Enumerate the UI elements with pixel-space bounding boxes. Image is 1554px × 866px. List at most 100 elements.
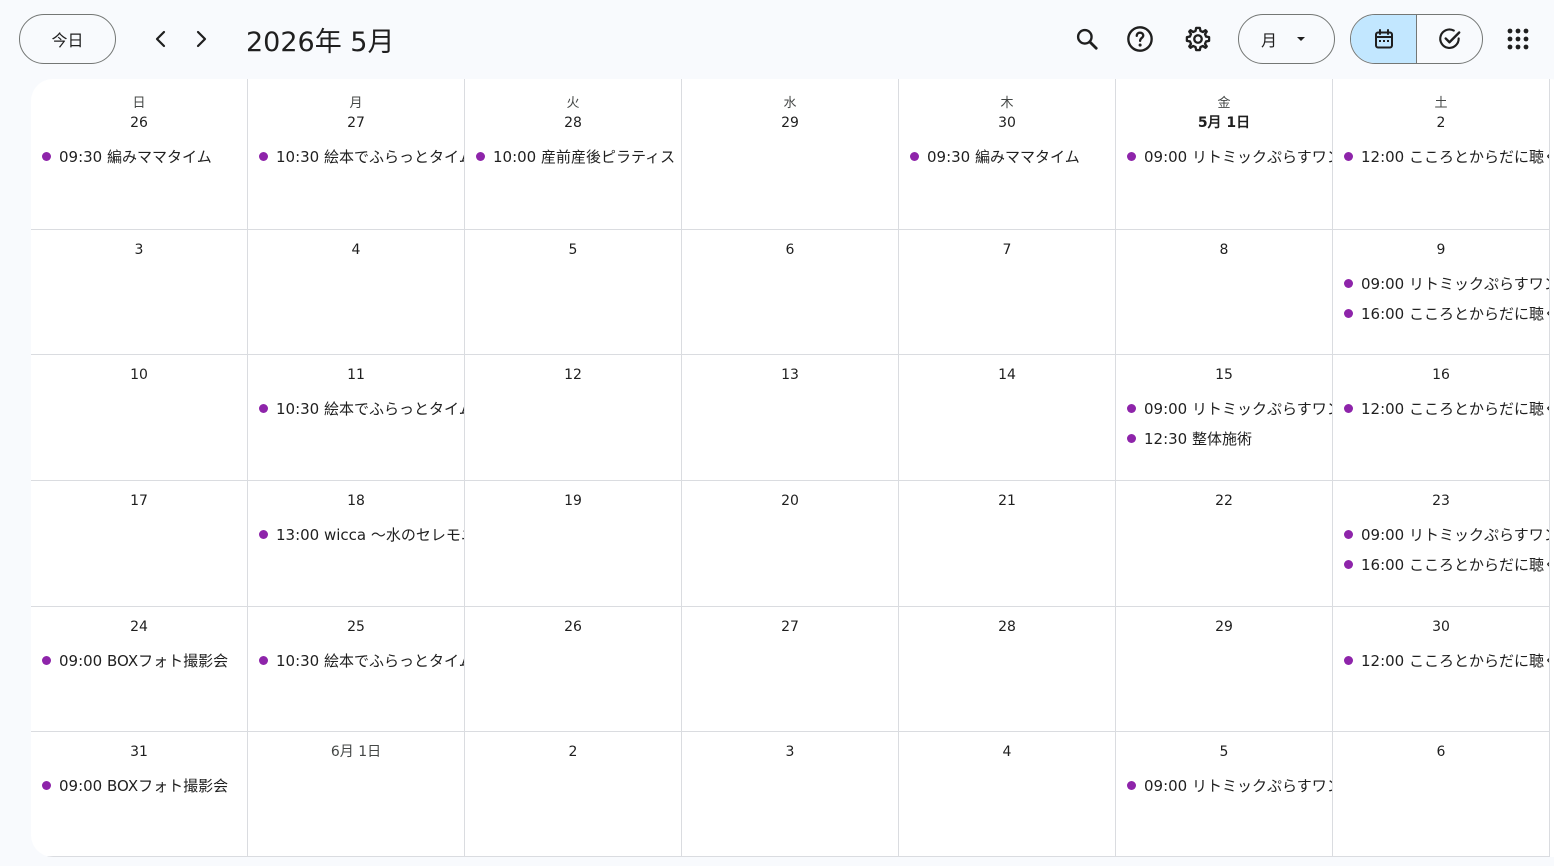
day-number[interactable]: 12 bbox=[465, 364, 681, 386]
event-chip[interactable]: 09:00 リトミックぷらすワン bbox=[1116, 393, 1332, 423]
event-chip[interactable]: 10:30 絵本でふらっとタイム bbox=[248, 141, 464, 171]
day-number[interactable]: 3 bbox=[31, 239, 247, 261]
today-button[interactable]: 今日 bbox=[19, 14, 116, 64]
day-cell[interactable]: 26 bbox=[465, 607, 682, 732]
day-number[interactable]: 5月 1日 bbox=[1116, 112, 1332, 134]
help-button[interactable] bbox=[1120, 19, 1160, 59]
day-cell[interactable]: 23 09:00 リトミックぷらすワン 16:00 こころとからだに聴く bbox=[1333, 481, 1550, 607]
day-cell[interactable]: 21 bbox=[899, 481, 1116, 607]
event-chip[interactable]: 16:00 こころとからだに聴く bbox=[1333, 549, 1549, 579]
day-number[interactable]: 5 bbox=[465, 239, 681, 261]
day-cell[interactable]: 11 10:30 絵本でふらっとタイム bbox=[248, 355, 465, 481]
day-cell[interactable]: 6 bbox=[682, 230, 899, 355]
day-cell[interactable]: 22 bbox=[1116, 481, 1333, 607]
calendar-view-button[interactable] bbox=[1351, 15, 1416, 63]
day-number[interactable]: 23 bbox=[1333, 490, 1549, 512]
event-chip[interactable]: 12:00 こころとからだに聴く bbox=[1333, 393, 1549, 423]
day-cell[interactable]: 30 12:00 こころとからだに聴く bbox=[1333, 607, 1550, 732]
event-chip[interactable]: 16:00 こころとからだに聴く bbox=[1333, 298, 1549, 328]
day-cell[interactable]: 12 bbox=[465, 355, 682, 481]
day-cell[interactable]: 14 bbox=[899, 355, 1116, 481]
day-cell[interactable]: 25 10:30 絵本でふらっとタイム bbox=[248, 607, 465, 732]
day-number[interactable]: 30 bbox=[1333, 616, 1549, 638]
event-chip[interactable]: 12:30 整体施術 bbox=[1116, 423, 1332, 453]
day-number[interactable]: 16 bbox=[1333, 364, 1549, 386]
day-cell[interactable]: 27 bbox=[682, 607, 899, 732]
day-number[interactable]: 17 bbox=[31, 490, 247, 512]
day-number[interactable]: 6 bbox=[682, 239, 898, 261]
event-chip[interactable]: 10:30 絵本でふらっとタイム bbox=[248, 393, 464, 423]
event-chip[interactable]: 10:00 産前産後ピラティス bbox=[465, 141, 681, 171]
day-number[interactable]: 4 bbox=[248, 239, 464, 261]
day-cell[interactable]: 29 bbox=[1116, 607, 1333, 732]
day-cell[interactable]: 金 5月 1日 09:00 リトミックぷらすワン bbox=[1116, 79, 1333, 230]
day-cell[interactable]: 土 2 12:00 こころとからだに聴く bbox=[1333, 79, 1550, 230]
day-number[interactable]: 3 bbox=[682, 741, 898, 763]
event-chip[interactable]: 10:30 絵本でふらっとタイム bbox=[248, 645, 464, 675]
day-cell[interactable]: 5 bbox=[465, 230, 682, 355]
day-cell[interactable]: 10 bbox=[31, 355, 248, 481]
day-number[interactable]: 11 bbox=[248, 364, 464, 386]
day-cell[interactable]: 31 09:00 BOXフォト撮影会 bbox=[31, 732, 248, 857]
previous-button[interactable] bbox=[141, 19, 181, 59]
day-number[interactable]: 21 bbox=[899, 490, 1115, 512]
day-number[interactable]: 18 bbox=[248, 490, 464, 512]
tasks-view-button[interactable] bbox=[1416, 15, 1482, 63]
day-cell[interactable]: 8 bbox=[1116, 230, 1333, 355]
event-chip[interactable]: 09:00 BOXフォト撮影会 bbox=[31, 770, 247, 800]
event-chip[interactable]: 12:00 こころとからだに聴く bbox=[1333, 141, 1549, 171]
day-cell[interactable]: 2 bbox=[465, 732, 682, 857]
day-cell[interactable]: 6 bbox=[1333, 732, 1550, 857]
event-chip[interactable]: 09:00 リトミックぷらすワン bbox=[1116, 770, 1332, 800]
day-cell[interactable]: 3 bbox=[31, 230, 248, 355]
day-number[interactable]: 30 bbox=[899, 112, 1115, 134]
day-number[interactable]: 9 bbox=[1333, 239, 1549, 261]
day-cell[interactable]: 28 bbox=[899, 607, 1116, 732]
day-number[interactable]: 29 bbox=[1116, 616, 1332, 638]
settings-button[interactable] bbox=[1178, 19, 1218, 59]
apps-button[interactable] bbox=[1498, 19, 1538, 59]
day-cell[interactable]: 6月 1日 bbox=[248, 732, 465, 857]
event-chip[interactable]: 09:30 編みママタイム bbox=[31, 141, 247, 171]
day-number[interactable]: 4 bbox=[899, 741, 1115, 763]
event-chip[interactable]: 12:00 こころとからだに聴く bbox=[1333, 645, 1549, 675]
day-cell[interactable]: 水 29 bbox=[682, 79, 899, 230]
day-number[interactable]: 6月 1日 bbox=[248, 741, 464, 763]
day-number[interactable]: 31 bbox=[31, 741, 247, 763]
day-number[interactable]: 27 bbox=[682, 616, 898, 638]
day-number[interactable]: 6 bbox=[1333, 741, 1549, 763]
day-number[interactable]: 24 bbox=[31, 616, 247, 638]
day-cell[interactable]: 18 13:00 wicca 〜水のセレモニー bbox=[248, 481, 465, 607]
event-chip[interactable]: 09:00 リトミックぷらすワン bbox=[1333, 268, 1549, 298]
next-button[interactable] bbox=[181, 19, 221, 59]
event-chip[interactable]: 09:00 リトミックぷらすワン bbox=[1333, 519, 1549, 549]
event-chip[interactable]: 09:30 編みママタイム bbox=[899, 141, 1115, 171]
day-number[interactable]: 8 bbox=[1116, 239, 1332, 261]
day-cell[interactable]: 20 bbox=[682, 481, 899, 607]
day-cell[interactable]: 月 27 10:30 絵本でふらっとタイム bbox=[248, 79, 465, 230]
day-cell[interactable]: 日 26 09:30 編みママタイム bbox=[31, 79, 248, 230]
search-button[interactable] bbox=[1067, 19, 1107, 59]
day-cell[interactable]: 13 bbox=[682, 355, 899, 481]
view-switcher-dropdown[interactable]: 月 bbox=[1238, 14, 1335, 64]
day-cell[interactable]: 4 bbox=[899, 732, 1116, 857]
day-cell[interactable]: 9 09:00 リトミックぷらすワン 16:00 こころとからだに聴く bbox=[1333, 230, 1550, 355]
day-number[interactable]: 28 bbox=[899, 616, 1115, 638]
day-number[interactable]: 25 bbox=[248, 616, 464, 638]
day-number[interactable]: 2 bbox=[465, 741, 681, 763]
day-number[interactable]: 5 bbox=[1116, 741, 1332, 763]
day-number[interactable]: 7 bbox=[899, 239, 1115, 261]
day-cell[interactable]: 4 bbox=[248, 230, 465, 355]
day-cell[interactable]: 19 bbox=[465, 481, 682, 607]
day-cell[interactable]: 7 bbox=[899, 230, 1116, 355]
day-number[interactable]: 28 bbox=[465, 112, 681, 134]
day-cell[interactable]: 3 bbox=[682, 732, 899, 857]
day-cell[interactable]: 17 bbox=[31, 481, 248, 607]
day-number[interactable]: 15 bbox=[1116, 364, 1332, 386]
day-cell[interactable]: 木 30 09:30 編みママタイム bbox=[899, 79, 1116, 230]
day-cell[interactable]: 火 28 10:00 産前産後ピラティス bbox=[465, 79, 682, 230]
day-cell[interactable]: 5 09:00 リトミックぷらすワン bbox=[1116, 732, 1333, 857]
day-number[interactable]: 14 bbox=[899, 364, 1115, 386]
day-number[interactable]: 20 bbox=[682, 490, 898, 512]
day-number[interactable]: 27 bbox=[248, 112, 464, 134]
